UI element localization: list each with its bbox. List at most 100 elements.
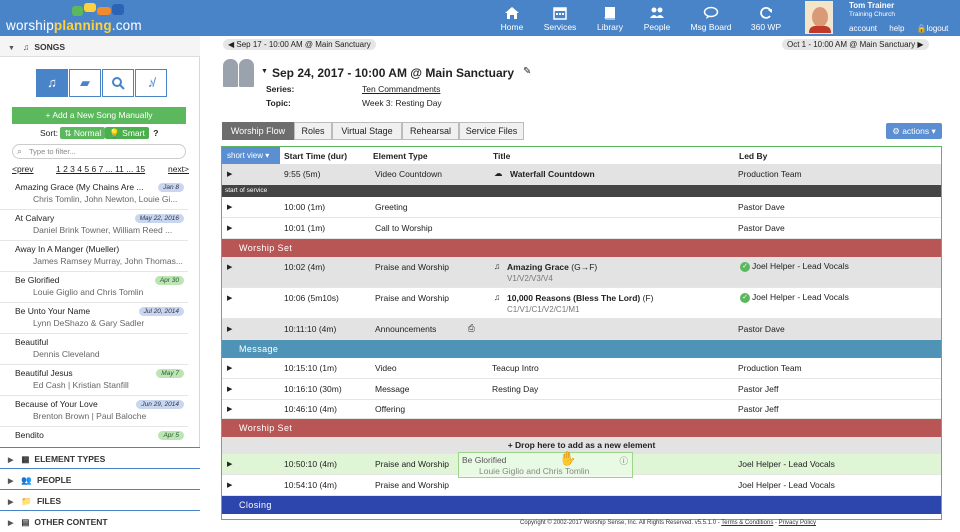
expand-arrow-icon[interactable]: ▶ bbox=[227, 294, 232, 302]
worship-flow-table: short view ▾ Start Time (dur) Element Ty… bbox=[221, 146, 942, 520]
help-icon[interactable]: ? bbox=[153, 128, 158, 138]
dragged-song-card[interactable]: Be Glorified Louie Giglio and Chris Toml… bbox=[458, 452, 633, 478]
section-band: Closing bbox=[222, 496, 941, 514]
terms-link[interactable]: Terms & Conditions bbox=[721, 520, 773, 526]
expand-triangle-icon: ▶ bbox=[8, 457, 14, 464]
worshipplanning-logo[interactable]: worshipplanning.com bbox=[6, 2, 156, 34]
caret-down-icon[interactable]: ▼ bbox=[261, 68, 268, 75]
cloud-icon: ☁ bbox=[494, 168, 503, 178]
song-list-item[interactable]: Away In A Manger (Mueller) James Ramsey … bbox=[0, 241, 188, 272]
section-divider: start of service bbox=[222, 185, 941, 197]
footer: Copyright © 2002-2017 Worship Sense, Inc… bbox=[519, 520, 817, 526]
expand-arrow-icon[interactable]: ▶ bbox=[227, 203, 232, 211]
expand-arrow-icon[interactable]: ▶ bbox=[227, 263, 232, 271]
table-row[interactable]: ▶ 10:54:10 (4m) Praise and Worship Joel … bbox=[222, 475, 941, 496]
expand-triangle-icon: ▶ bbox=[8, 478, 14, 485]
song-list-item[interactable]: Beautiful Dennis Cleveland bbox=[0, 334, 188, 365]
series-link[interactable]: Ten Commandments bbox=[362, 84, 440, 94]
book-icon bbox=[604, 7, 615, 20]
song-list-item[interactable]: Amazing Grace (My Chains Are ... Chris T… bbox=[0, 179, 188, 210]
last-used-badge: Apr 5 bbox=[158, 431, 184, 440]
privacy-link[interactable]: Privacy Policy bbox=[779, 520, 816, 526]
account-link[interactable]: account bbox=[849, 24, 877, 33]
home-icon bbox=[505, 7, 519, 19]
table-row[interactable]: ▶ 9:55 (5m) Video Countdown ☁ Waterfall … bbox=[222, 164, 941, 185]
search-icon: ⌕ bbox=[17, 146, 23, 156]
page-links[interactable]: 1 2 3 4 5 6 7 ... 11 ... 15 bbox=[56, 164, 145, 174]
table-row[interactable]: ▶ 10:01 (1m) Call to Worship Pastor Dave bbox=[222, 218, 941, 239]
song-list-item[interactable]: Because of Your Love Brenton Brown | Pau… bbox=[0, 396, 188, 427]
inbox-icon: ▤ bbox=[21, 517, 30, 527]
files-section-header[interactable]: ▶ 📁 FILES bbox=[0, 489, 200, 510]
table-row[interactable]: ▶ 10:16:10 (30m) Message Resting Day Pas… bbox=[222, 379, 941, 400]
other-content-section-header[interactable]: ▶ ▤ OTHER CONTENT bbox=[0, 510, 200, 532]
sort-normal-toggle[interactable]: ⇅ Normal bbox=[60, 127, 106, 139]
grab-hand-cursor-icon: ✋ bbox=[559, 450, 577, 466]
song-list-item[interactable]: At Calvary Daniel Brink Towner, William … bbox=[0, 210, 188, 241]
song-list-item[interactable]: Be Glorified Louie Giglio and Chris Toml… bbox=[0, 272, 188, 303]
expand-arrow-icon[interactable]: ▶ bbox=[227, 460, 232, 468]
expand-triangle-icon: ▶ bbox=[8, 520, 14, 527]
add-song-button[interactable]: + Add a New Song Manually bbox=[12, 107, 186, 124]
sidebar: ▼ ♫ SONGS ♫ ▰ ♪̸ + Add a New Song Manually… bbox=[0, 36, 200, 532]
expand-arrow-icon[interactable]: ▶ bbox=[227, 385, 232, 393]
gear-icon: ⚙ bbox=[892, 126, 903, 136]
last-used-badge: Jan 8 bbox=[158, 183, 184, 192]
refresh-icon bbox=[760, 7, 772, 19]
search-button[interactable] bbox=[102, 69, 134, 97]
tab-service-files[interactable]: Service Files bbox=[459, 122, 524, 140]
tab-rehearsal[interactable]: Rehearsal bbox=[402, 122, 459, 140]
table-row[interactable]: ▶ 10:02 (4m) Praise and Worship ♫ Amazin… bbox=[222, 257, 941, 288]
chat-icon bbox=[703, 6, 719, 19]
calendar-icon bbox=[553, 7, 567, 20]
expand-arrow-icon[interactable]: ▶ bbox=[227, 170, 232, 178]
expand-arrow-icon[interactable]: ▶ bbox=[227, 405, 232, 413]
confirmed-check-icon: ✓ bbox=[740, 292, 750, 303]
nav-people[interactable]: People bbox=[629, 6, 685, 32]
songs-view-button[interactable]: ♫ bbox=[36, 69, 68, 97]
people-section-header[interactable]: ▶ 👥 PEOPLE bbox=[0, 468, 200, 489]
prev-event-button[interactable]: ◀ Sep 17 - 10:00 AM @ Main Sanctuary bbox=[223, 39, 376, 50]
table-row[interactable]: ▶ 10:06 (5m10s) Praise and Worship ♫ 10,… bbox=[222, 288, 941, 319]
pencil-icon[interactable]: ✎ bbox=[523, 66, 531, 77]
expand-arrow-icon[interactable]: ▶ bbox=[227, 364, 232, 372]
song-filter-input[interactable]: ⌕ Type to filter... bbox=[12, 144, 186, 159]
section-band: Worship Set bbox=[222, 419, 941, 437]
info-icon[interactable]: ⓘ bbox=[619, 455, 628, 467]
table-row[interactable]: ▶ 10:11:10 (4m) Announcements ⎙ Pastor D… bbox=[222, 319, 941, 340]
tab-worship-flow[interactable]: Worship Flow bbox=[222, 122, 294, 140]
expand-arrow-icon[interactable]: ▶ bbox=[227, 325, 232, 333]
sort-smart-toggle[interactable]: 💡 Smart bbox=[105, 127, 149, 139]
nav-services[interactable]: Services bbox=[532, 6, 588, 32]
song-list-item[interactable]: Beautiful Jesus Ed Cash | Kristian Stanf… bbox=[0, 365, 188, 396]
table-row[interactable]: ▶ 10:15:10 (1m) Video Teacup Intro Produ… bbox=[222, 358, 941, 379]
expand-arrow-icon[interactable]: ▶ bbox=[227, 224, 232, 232]
short-view-dropdown[interactable]: short view ▾ bbox=[222, 147, 280, 164]
nav-360wp[interactable]: 360 WP bbox=[738, 6, 794, 32]
next-event-button[interactable]: Oct 1 - 10:00 AM @ Main Sanctuary ▶ bbox=[782, 39, 929, 50]
song-list-item[interactable]: Be Unto Your Name Lynn DeShazo & Gary Sa… bbox=[0, 303, 188, 334]
table-row[interactable]: ▶ 10:46:10 (4m) Offering Pastor Jeff bbox=[222, 400, 941, 419]
element-types-section-header[interactable]: ▶ ▦ ELEMENT TYPES bbox=[0, 447, 200, 468]
print-icon[interactable]: ⎙ bbox=[468, 323, 475, 334]
people-icon bbox=[650, 7, 664, 18]
prev-page-link[interactable]: <prev bbox=[12, 164, 34, 174]
help-link[interactable]: help bbox=[889, 24, 904, 33]
actions-menu-button[interactable]: ⚙ actions ▾ bbox=[886, 123, 942, 139]
confirmed-check-icon: ✓ bbox=[740, 261, 750, 272]
avatar[interactable] bbox=[805, 1, 833, 34]
nav-msg-board[interactable]: Msg Board bbox=[683, 6, 739, 32]
table-row[interactable]: ▶ 10:00 (1m) Greeting Pastor Dave bbox=[222, 197, 941, 218]
next-page-link[interactable]: next> bbox=[168, 164, 189, 174]
main-content: ◀ Sep 17 - 10:00 AM @ Main Sanctuary Oct… bbox=[200, 36, 960, 532]
no-music-filter-button[interactable]: ♪̸ bbox=[135, 69, 167, 97]
caret-down-icon: ▾ bbox=[929, 126, 936, 136]
logout-link[interactable]: 🔒logout bbox=[917, 24, 949, 33]
tab-virtual-stage[interactable]: Virtual Stage bbox=[332, 122, 402, 140]
songs-section-header[interactable]: ▼ ♫ SONGS bbox=[0, 36, 200, 57]
song-list-item[interactable]: Bendito Apr 5 bbox=[0, 427, 188, 447]
section-band: Message bbox=[222, 340, 941, 358]
books-view-button[interactable]: ▰ bbox=[69, 69, 101, 97]
expand-arrow-icon[interactable]: ▶ bbox=[227, 481, 232, 489]
tab-roles[interactable]: Roles bbox=[294, 122, 332, 140]
